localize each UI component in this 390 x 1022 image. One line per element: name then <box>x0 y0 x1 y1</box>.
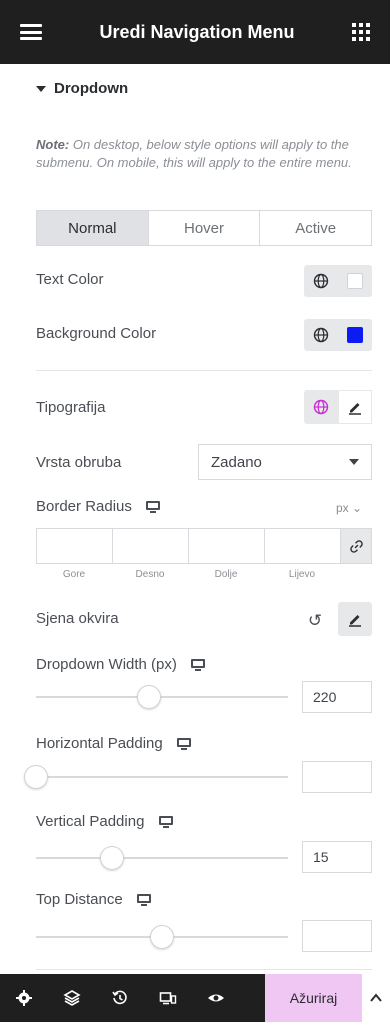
link-values-icon[interactable] <box>341 529 371 563</box>
gear-icon[interactable] <box>0 974 48 1022</box>
edit-typography-pencil-icon[interactable] <box>338 390 372 424</box>
background-color-control <box>304 319 372 351</box>
editor-header: Uredi Navigation Menu <box>0 0 390 64</box>
hamburger-menu-icon[interactable] <box>20 24 42 40</box>
side-label-bottom: Dolje <box>214 569 238 580</box>
radius-right-input[interactable] <box>113 529 189 563</box>
edit-box-shadow-pencil-icon[interactable] <box>338 602 372 636</box>
update-button[interactable]: Ažuriraj <box>265 974 362 1022</box>
vertical-padding-input[interactable] <box>302 841 372 873</box>
panel-title: Uredi Navigation Menu <box>99 21 295 42</box>
side-label-top: Gore <box>62 569 86 580</box>
slider-thumb[interactable] <box>99 846 124 870</box>
top-distance-row: Top Distance <box>36 891 151 908</box>
chevron-up-icon[interactable] <box>362 974 390 1022</box>
layers-icon[interactable] <box>48 974 96 1022</box>
widgets-grid-icon[interactable] <box>352 23 370 41</box>
slider-thumb[interactable] <box>24 765 48 789</box>
slider-thumb[interactable] <box>150 925 174 949</box>
note-label: Note: <box>36 137 70 152</box>
state-tabs: Normal Hover Active <box>36 210 372 246</box>
side-label-right: Desno <box>135 569 165 580</box>
dropdown-width-label: Dropdown Width (px) <box>36 656 177 673</box>
slider-thumb[interactable] <box>137 685 162 709</box>
horizontal-padding-input[interactable] <box>302 761 372 793</box>
top-distance-slider[interactable] <box>36 925 288 949</box>
typography-label: Tipografija <box>36 399 106 416</box>
color-swatch <box>347 273 363 289</box>
radius-top-input[interactable] <box>37 529 113 563</box>
text-color-label: Text Color <box>36 271 104 288</box>
desktop-responsive-icon[interactable] <box>191 659 206 672</box>
background-color-label: Background Color <box>36 325 157 342</box>
unit-selector[interactable]: px ⌄ <box>336 501 362 515</box>
typography-control <box>304 390 372 424</box>
tab-hover[interactable]: Hover <box>149 211 261 245</box>
border-radius-label: Border Radius <box>36 498 132 515</box>
dropdown-width-row: Dropdown Width (px) <box>36 656 206 673</box>
background-color-picker[interactable] <box>338 319 372 351</box>
global-typography-icon[interactable] <box>304 390 338 424</box>
radius-left-input[interactable] <box>265 529 341 563</box>
top-distance-label: Top Distance <box>36 891 123 908</box>
radius-bottom-input[interactable] <box>189 529 265 563</box>
top-distance-input[interactable] <box>302 920 372 952</box>
horizontal-padding-row: Horizontal Padding <box>36 735 191 752</box>
global-colors-icon[interactable] <box>304 265 338 297</box>
history-icon[interactable] <box>96 974 144 1022</box>
chevron-down-icon <box>349 459 359 465</box>
note-body: On desktop, below style options will app… <box>36 137 352 170</box>
dropdown-width-slider[interactable] <box>36 685 288 709</box>
tab-active[interactable]: Active <box>260 211 371 245</box>
border-type-label: Vrsta obruba <box>36 454 122 471</box>
border-radius-inputs <box>36 528 372 564</box>
responsive-mode-icon[interactable] <box>144 974 192 1022</box>
dropdown-width-input[interactable] <box>302 681 372 713</box>
vertical-padding-slider[interactable] <box>36 846 288 870</box>
panel-content: Dropdown Note: On desktop, below style o… <box>0 64 390 974</box>
global-colors-icon[interactable] <box>304 319 338 351</box>
text-color-picker[interactable] <box>338 265 372 297</box>
desktop-responsive-icon[interactable] <box>176 738 191 751</box>
border-radius-row: Border Radius <box>36 498 161 515</box>
box-shadow-label: Sjena okvira <box>36 610 119 627</box>
section-title: Dropdown <box>54 80 129 97</box>
side-label-left: Lijevo <box>288 569 316 580</box>
note-text: Note: On desktop, below style options wi… <box>36 136 366 172</box>
section-toggle-dropdown[interactable]: Dropdown <box>36 80 128 97</box>
eye-icon[interactable] <box>192 974 240 1022</box>
text-color-control <box>304 265 372 297</box>
vertical-padding-row: Vertical Padding <box>36 813 173 830</box>
desktop-responsive-icon[interactable] <box>136 894 151 907</box>
tab-normal[interactable]: Normal <box>37 211 149 245</box>
editor-footer: Ažuriraj <box>0 974 390 1022</box>
desktop-responsive-icon[interactable] <box>158 816 173 829</box>
color-swatch <box>347 327 363 343</box>
border-type-select[interactable]: Zadano <box>198 444 372 480</box>
divider <box>36 969 372 970</box>
caret-down-icon <box>36 85 46 92</box>
horizontal-padding-slider[interactable] <box>24 765 288 789</box>
border-type-value: Zadano <box>211 453 262 471</box>
desktop-responsive-icon[interactable] <box>146 501 161 514</box>
divider <box>36 370 372 371</box>
horizontal-padding-label: Horizontal Padding <box>36 735 163 752</box>
border-radius-side-labels: Gore Desno Dolje Lijevo <box>36 569 340 580</box>
reset-icon[interactable]: ↺ <box>300 606 330 636</box>
vertical-padding-label: Vertical Padding <box>36 813 145 830</box>
